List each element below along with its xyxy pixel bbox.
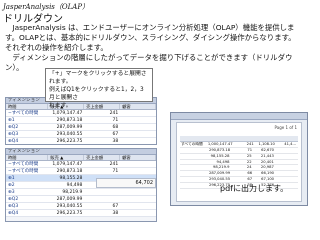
- table-row[interactable]: ⊕Q3 293,040.55 67: [6, 131, 156, 138]
- row-label[interactable]: −すべての時間: [6, 161, 49, 167]
- row-value: 290,873.18: [56, 169, 83, 174]
- table-row[interactable]: ⊕Q4 296,223.75 38: [6, 210, 156, 217]
- paragraph-line-3: それぞれの操作を紹介します。: [5, 43, 108, 52]
- intro-paragraph: JasperAnalysis は、エンドユーザーにオンライン分析処理（OLAP）…: [5, 23, 317, 73]
- row-extra: [120, 131, 156, 137]
- pdf-output-caption: pdfに出力します。: [220, 184, 289, 193]
- table-row[interactable]: ⊕Q2 287,009.99: [6, 196, 156, 203]
- row-value: 94,498: [66, 183, 83, 188]
- callout-box: 「+」マークをクリックすると展開されます。 例えばQ1をクリックすると1，2，3…: [45, 68, 153, 109]
- row-extra: [120, 189, 156, 195]
- row-count: 38: [112, 139, 119, 144]
- table-row[interactable]: ⊕Q4 296,223.75 38: [6, 138, 156, 144]
- row-count: 71: [112, 169, 119, 174]
- row-value: 287,009.99: [56, 125, 83, 130]
- row-label[interactable]: ⊕Q3: [6, 131, 49, 137]
- row-count: 241: [109, 111, 119, 116]
- row-extra: [120, 117, 156, 123]
- row-extra: [120, 124, 156, 130]
- row-value: 296,223.75: [56, 211, 83, 216]
- row-count: 71: [112, 118, 119, 123]
- row-value: 98,219.9: [62, 190, 83, 195]
- row-value: 296,223.75: [56, 139, 83, 144]
- callout-line-1: 「+」マークをクリックすると展開されます。: [49, 71, 147, 85]
- row-count: 67: [112, 204, 119, 209]
- row-label[interactable]: ⊕Q4: [6, 138, 49, 144]
- row-extra: [120, 210, 156, 216]
- table-row[interactable]: −すべての時間 290,873.18 71: [6, 168, 156, 175]
- row-count: 67: [112, 132, 119, 137]
- row-count: 38: [112, 211, 119, 216]
- report-table: すべての時間 1,000,147.47 241 1,108.10 41,4... 290…: [180, 136, 298, 190]
- row-value: 1,079,147.47: [52, 111, 83, 116]
- header-customer[interactable]: 顧客: [120, 155, 156, 160]
- row-label[interactable]: ⊕Q2: [6, 196, 49, 202]
- row-count: 241: [109, 162, 119, 167]
- paragraph-line-1: JasperAnalysis は、エンドユーザーにオンライン分析処理（OLAP）…: [5, 23, 295, 32]
- row-label[interactable]: −すべての時間: [6, 168, 49, 174]
- header-time[interactable]: 時間: [6, 104, 49, 109]
- row-count: [84, 189, 120, 195]
- row-label[interactable]: ⊕Q4: [6, 210, 49, 216]
- row-count: 68: [112, 125, 119, 130]
- row-value: 287,009.99: [56, 197, 83, 202]
- callout-line-2: 例えばQ1をクリックすると1，2，3月と展開さ: [49, 87, 144, 101]
- header-sales[interactable]: 販売 ▲: [48, 155, 85, 160]
- row-extra: [120, 168, 156, 174]
- row-value: 293,040.55: [56, 204, 83, 209]
- table-row[interactable]: ⊕1 290,873.18 71: [6, 117, 156, 124]
- table-row[interactable]: ⊕3 98,219.9: [6, 189, 156, 196]
- header-amount[interactable]: 売上金額: [84, 155, 121, 160]
- row-label[interactable]: ⊕1: [6, 175, 49, 181]
- row-value: 1,079,147.47: [52, 162, 83, 167]
- callout-line-3: れます。: [49, 103, 72, 109]
- table-row[interactable]: −すべての時間 1,079,147.47 241: [6, 161, 156, 168]
- row-extra: [120, 161, 156, 167]
- row-label[interactable]: −すべての時間: [6, 110, 49, 116]
- page-number: Page 1 of 1: [274, 125, 297, 130]
- row-extra: [120, 138, 156, 144]
- row-value: 98,155.28: [59, 176, 83, 181]
- table-row[interactable]: ⊕Q3 293,040.55 67: [6, 203, 156, 210]
- paragraph-line-2: す。OLAPとは、基本的にドリルダウン、スライシング、ダイシング操作からなります…: [5, 33, 296, 42]
- total-cell: 64,702: [96, 178, 156, 188]
- row-count: [84, 196, 120, 202]
- table-row[interactable]: ⊕Q2 287,009.99 68: [6, 124, 156, 131]
- row-label[interactable]: ⊕Q3: [6, 203, 49, 209]
- row-value: 290,873.18: [56, 118, 83, 123]
- row-extra: [120, 110, 156, 116]
- row-label[interactable]: ⊕Q2: [6, 124, 49, 130]
- pdf-toolbar: [171, 113, 307, 120]
- row-value: 293,040.55: [56, 132, 83, 137]
- paragraph-line-4: ディメンションの階層にしたがってデータを掘り下げることができます（ドリルダウ: [5, 53, 293, 62]
- table-row[interactable]: −すべての時間 1,079,147.47 241: [6, 110, 156, 117]
- row-label[interactable]: ⊕2: [6, 182, 49, 188]
- row-label[interactable]: ⊕1: [6, 117, 49, 123]
- row-extra: [120, 203, 156, 209]
- row-extra: [120, 196, 156, 202]
- header-time[interactable]: 時間: [6, 155, 49, 160]
- row-label[interactable]: ⊕3: [6, 189, 49, 195]
